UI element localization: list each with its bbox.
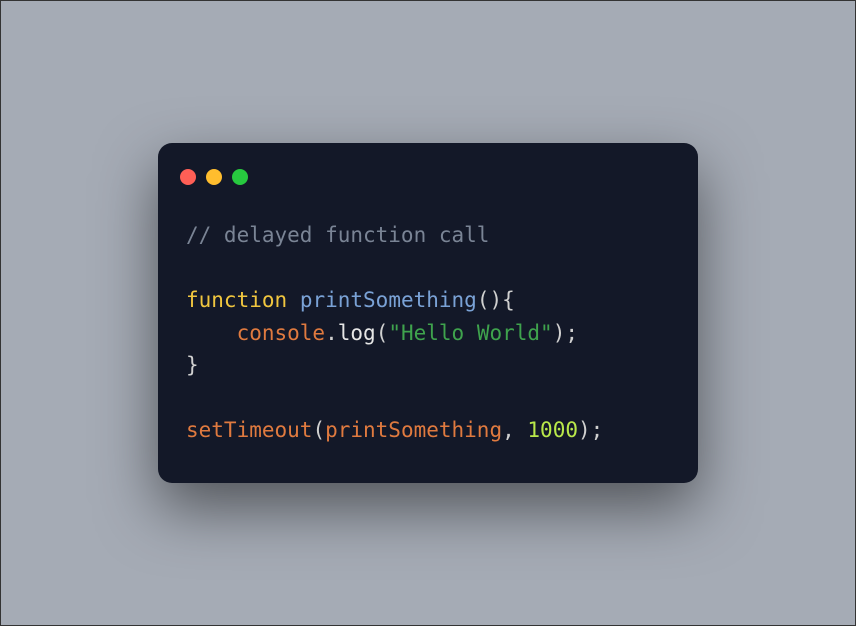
- code-block: // delayed function call function printS…: [158, 203, 698, 455]
- punct-paren-close: );: [553, 321, 578, 345]
- call-settimeout: setTimeout: [186, 418, 312, 442]
- object-console: console: [237, 321, 326, 345]
- arg-callback: printSomething: [325, 418, 502, 442]
- punct-open: (){: [477, 288, 515, 312]
- code-window: // delayed function call function printS…: [158, 143, 698, 483]
- zoom-icon[interactable]: [232, 169, 248, 185]
- window-titlebar: [158, 163, 698, 203]
- punct-dot: .: [325, 321, 338, 345]
- code-comment: // delayed function call: [186, 223, 489, 247]
- method-log: log: [338, 321, 376, 345]
- minimize-icon[interactable]: [206, 169, 222, 185]
- close-icon[interactable]: [180, 169, 196, 185]
- punct-paren-open: (: [376, 321, 389, 345]
- punct-paren-open2: (: [312, 418, 325, 442]
- string-literal: "Hello World": [388, 321, 552, 345]
- punct-comma: ,: [502, 418, 527, 442]
- function-name: printSomething: [300, 288, 477, 312]
- punct-paren-close2: );: [578, 418, 603, 442]
- keyword-function: function: [186, 288, 287, 312]
- indent: [186, 321, 237, 345]
- number-literal: 1000: [527, 418, 578, 442]
- punct-brace-close: }: [186, 353, 199, 377]
